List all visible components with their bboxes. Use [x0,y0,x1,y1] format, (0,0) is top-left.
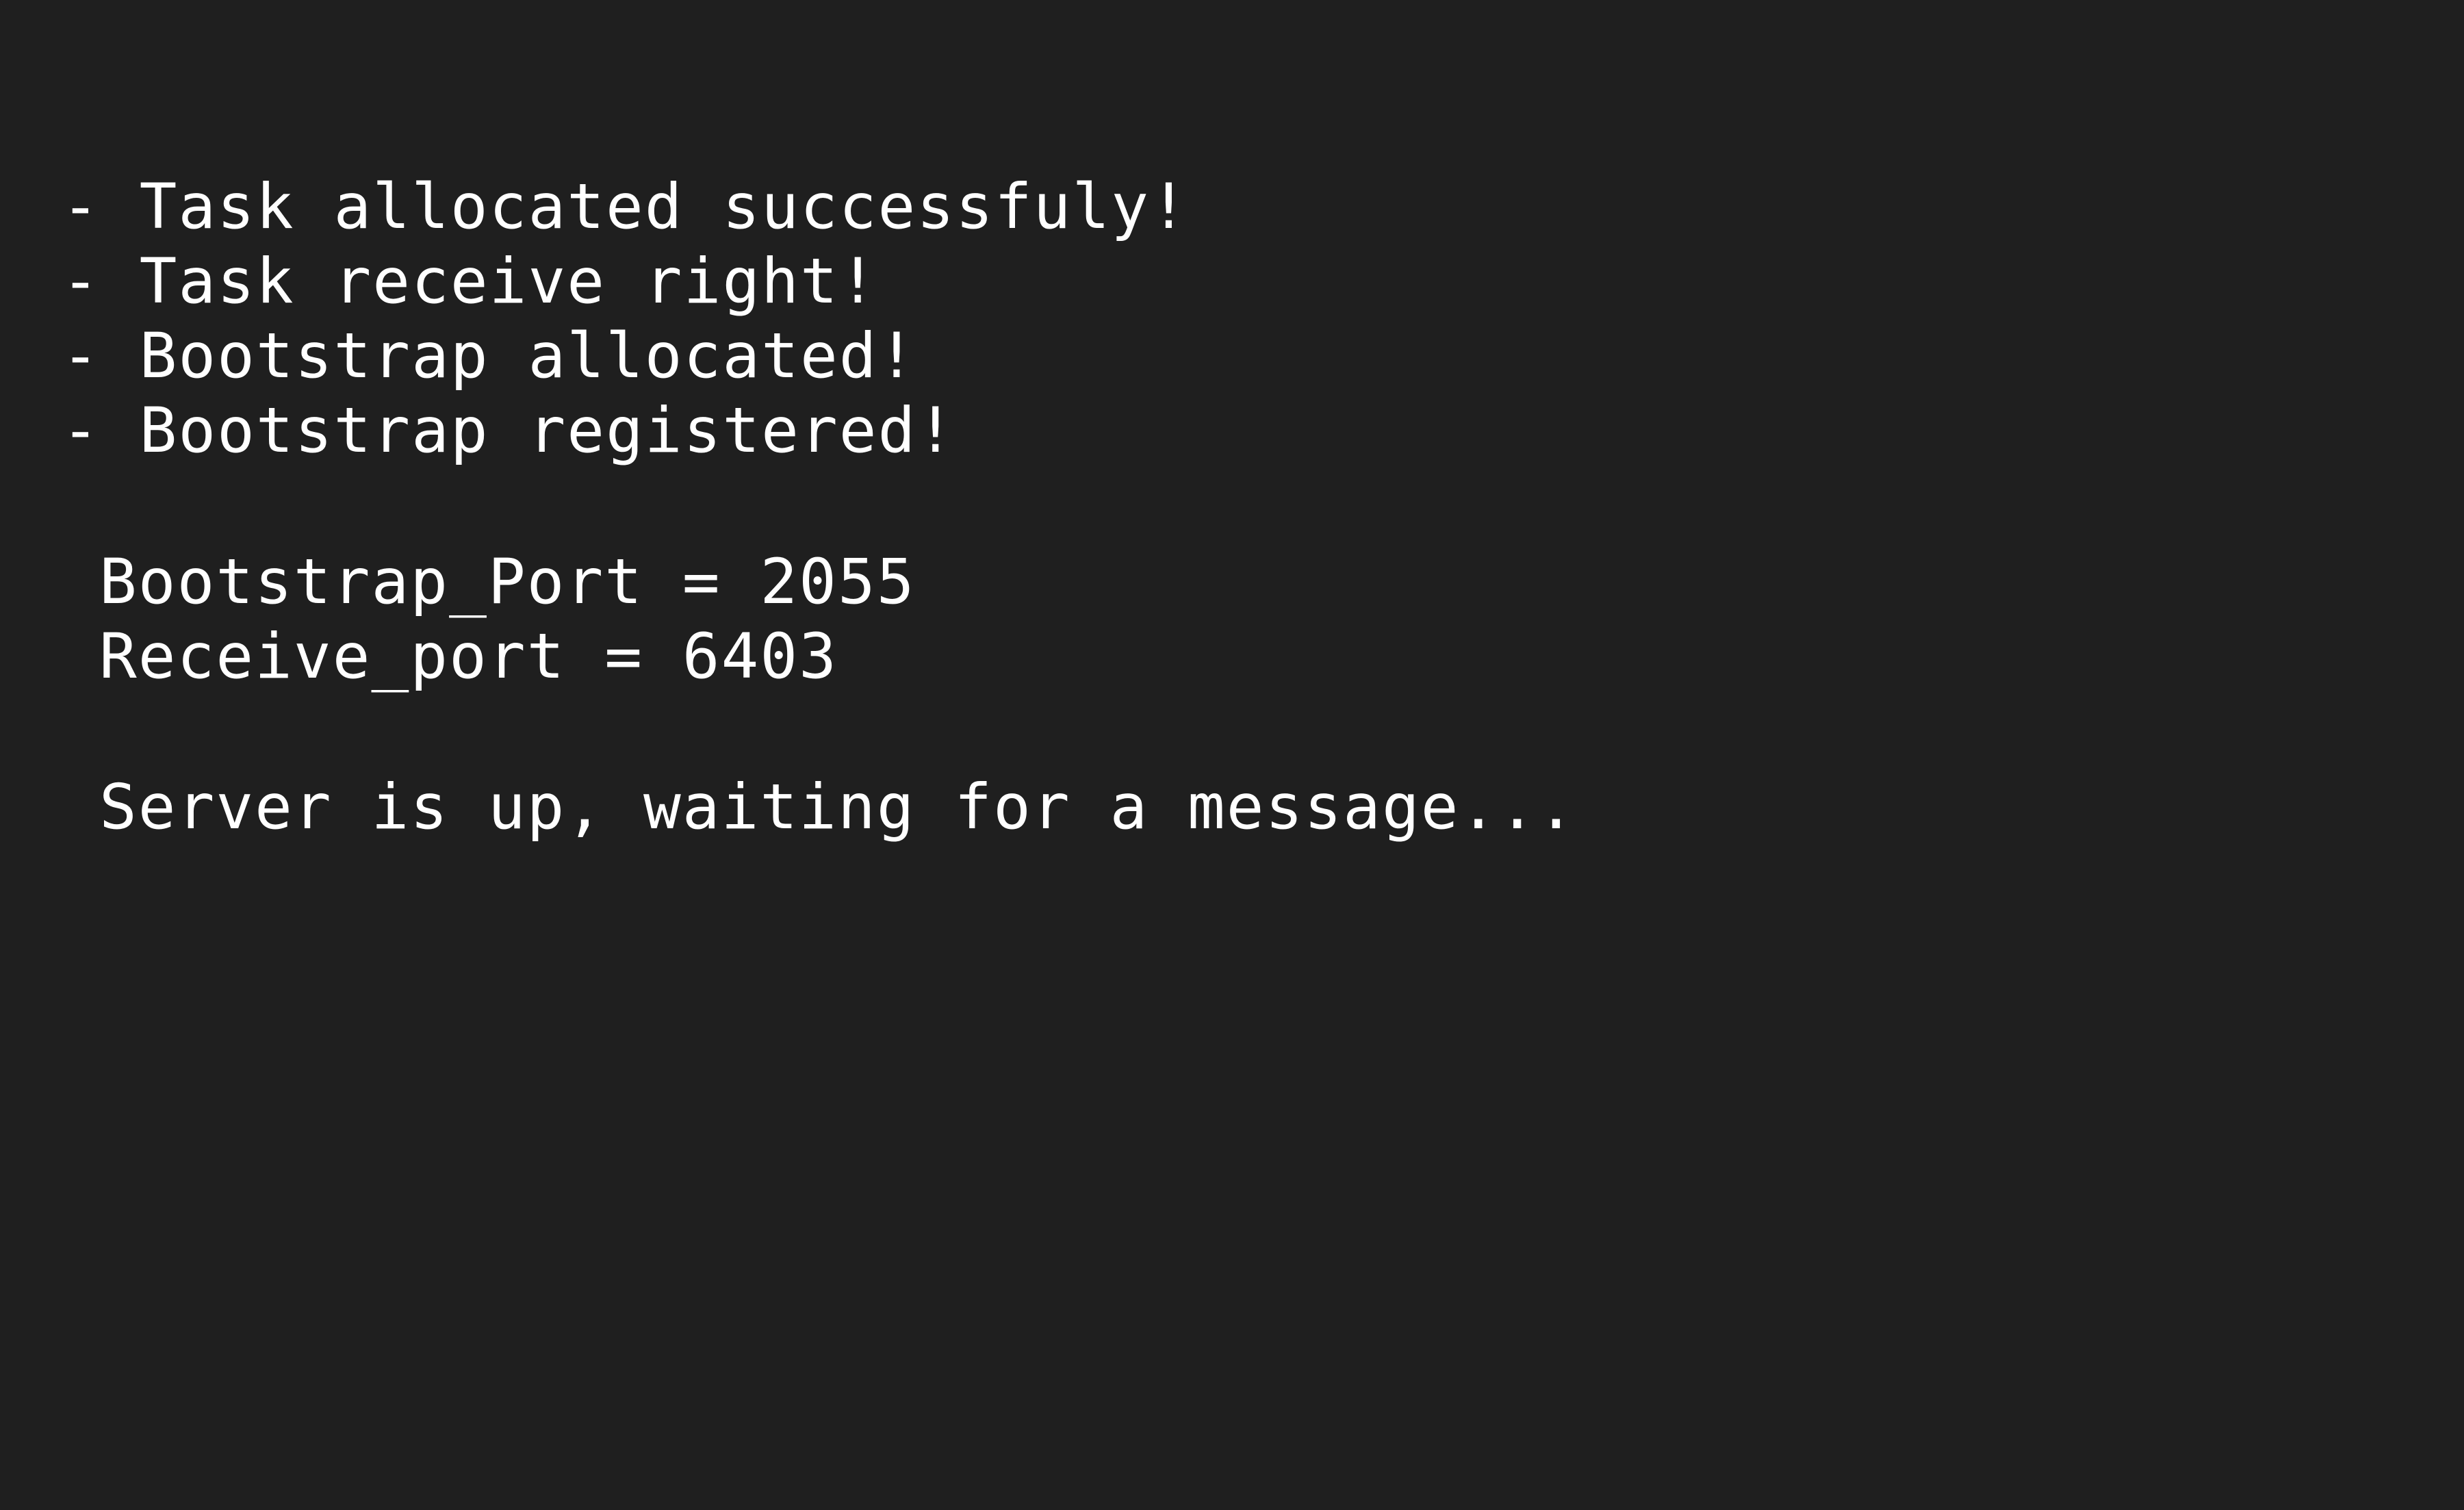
log-line-task-receive-right: - Task receive right! [62,246,878,318]
log-line-receive-port: Receive_port = 6403 [99,621,838,693]
log-line-server-status: Server is up, waiting for a message... [99,771,1576,843]
log-line-task-allocated: - Task allocated successfuly! [62,171,1189,243]
log-line-bootstrap-registered: - Bootstrap registered! [62,395,956,467]
terminal-output[interactable]: - Task allocated successfuly! - Task rec… [0,0,2464,1510]
log-line-bootstrap-port: Bootstrap_Port = 2055 [99,546,916,618]
log-line-bootstrap-allocated: - Bootstrap allocated! [62,320,917,392]
